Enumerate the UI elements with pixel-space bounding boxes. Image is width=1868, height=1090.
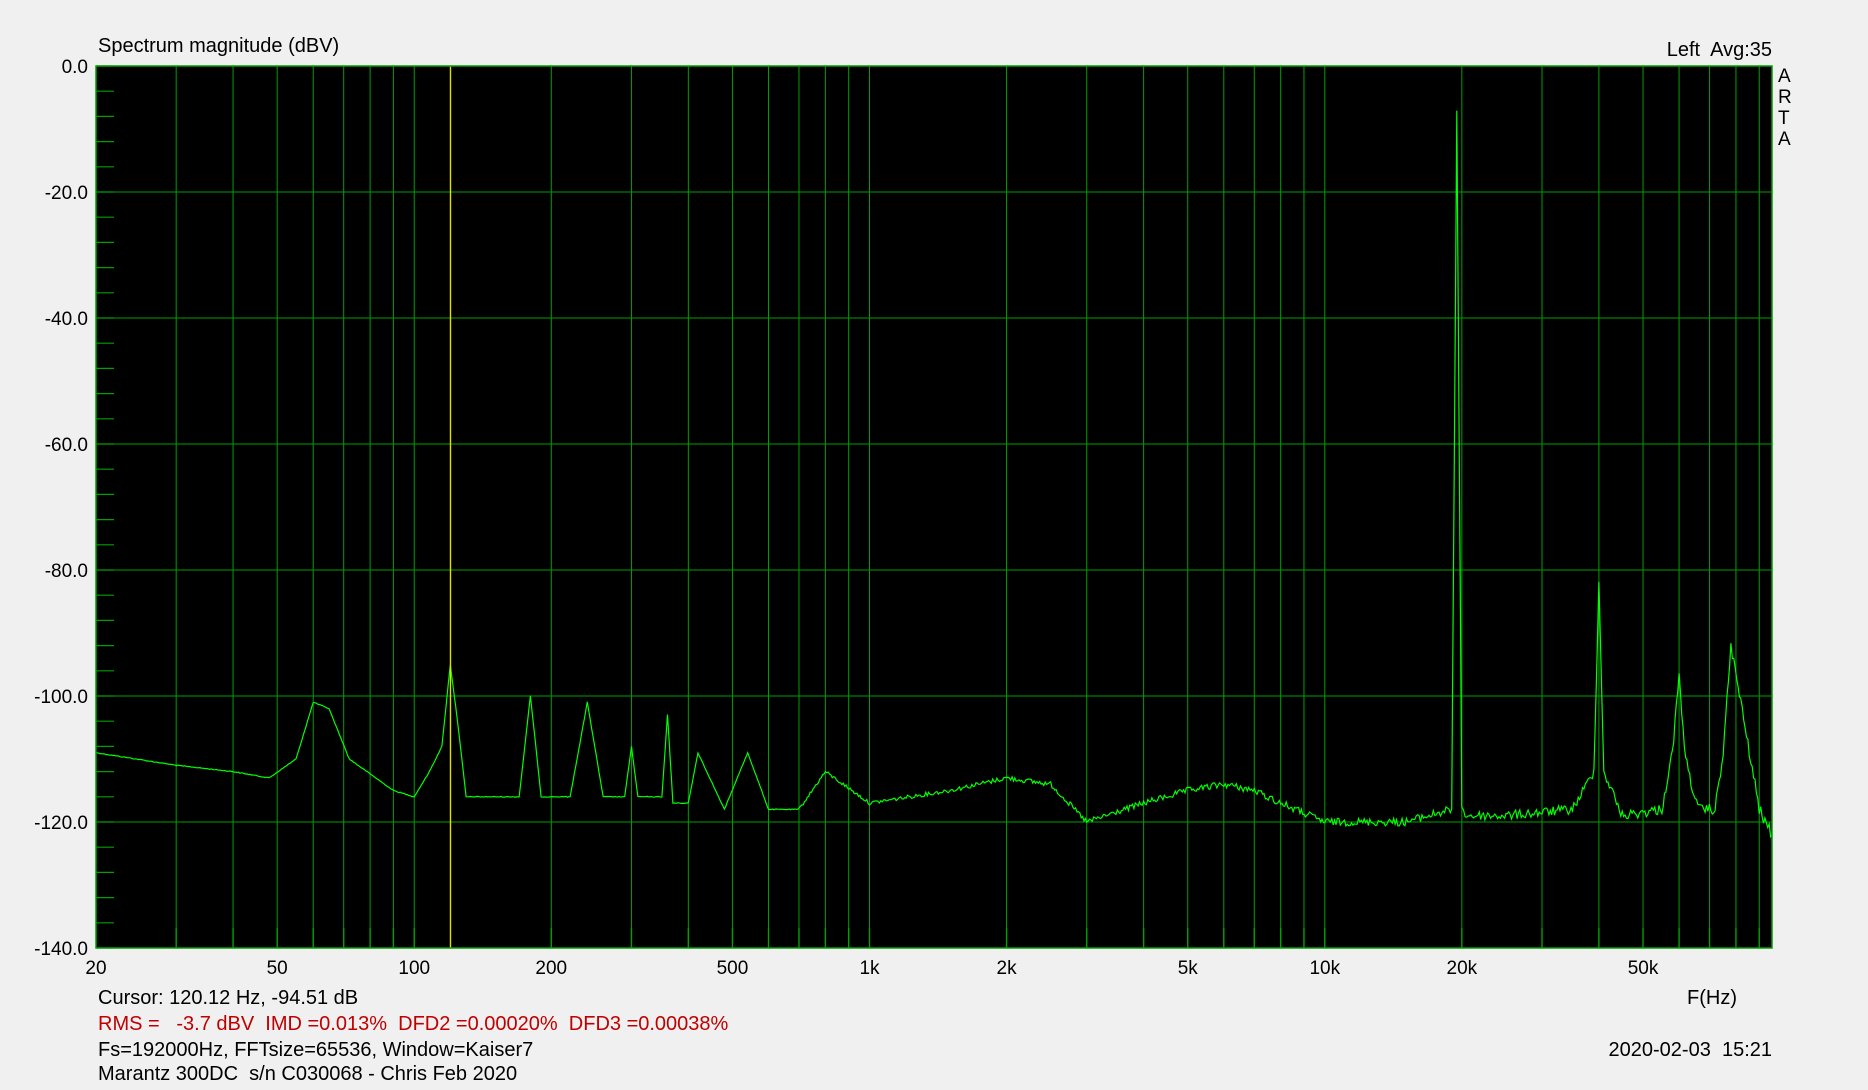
x-tick-label: 1k [859, 958, 880, 979]
x-tick-label: 500 [717, 958, 749, 979]
x-tick-label: 2k [997, 958, 1018, 979]
y-tick-label: 0.0 [62, 57, 88, 78]
arta-letter: T [1778, 108, 1790, 129]
timestamp: 2020-02-03 15:21 [1608, 1039, 1772, 1061]
y-tick-label: -100.0 [34, 687, 88, 708]
x-tick-label: 10k [1309, 958, 1340, 979]
y-tick-label: -20.0 [45, 183, 88, 204]
cursor-readout: Cursor: 120.12 Hz, -94.51 dB [98, 987, 359, 1009]
x-tick-label: 50k [1628, 958, 1659, 979]
x-tick-label: 50 [267, 958, 288, 979]
x-axis-ticks: 20 50 100 200 500 1k 2k 5k 10k 20k 50k [85, 958, 1658, 979]
spectrum-chart: 0.0 -20.0 -40.0 -60.0 -80.0 -100.0 -120.0 -140.… [34, 57, 1773, 979]
x-tick-label: 5k [1178, 958, 1199, 979]
fft-settings: Fs=192000Hz, FFTsize=65536, Window=Kaise… [98, 1039, 534, 1061]
device-label: Marantz 300DC s/n C030068 - Chris Feb 20… [98, 1063, 518, 1085]
x-tick-label: 200 [535, 958, 567, 979]
measurement-readout: RMS = -3.7 dBV IMD =0.013% DFD2 =0.00020… [98, 1013, 729, 1035]
arta-logo: A R T A [1778, 66, 1798, 150]
x-tick-label: 100 [398, 958, 430, 979]
y-tick-label: -140.0 [34, 939, 88, 960]
channel-avg-label: Left Avg:35 [1666, 39, 1772, 61]
y-tick-label: -120.0 [34, 813, 88, 834]
arta-letter: A [1778, 129, 1791, 150]
chart-title: Spectrum magnitude (dBV) [98, 35, 340, 57]
y-tick-label: -40.0 [45, 309, 88, 330]
arta-letter: A [1778, 66, 1791, 87]
x-tick-label: 20 [85, 958, 106, 979]
y-axis-ticks: 0.0 -20.0 -40.0 -60.0 -80.0 -100.0 -120.0 -140.… [34, 57, 88, 960]
arta-letter: R [1778, 87, 1792, 108]
x-tick-label: 20k [1447, 958, 1478, 979]
y-tick-label: -60.0 [45, 435, 88, 456]
y-tick-label: -80.0 [45, 561, 88, 582]
x-axis-label: F(Hz) [1687, 987, 1737, 1009]
